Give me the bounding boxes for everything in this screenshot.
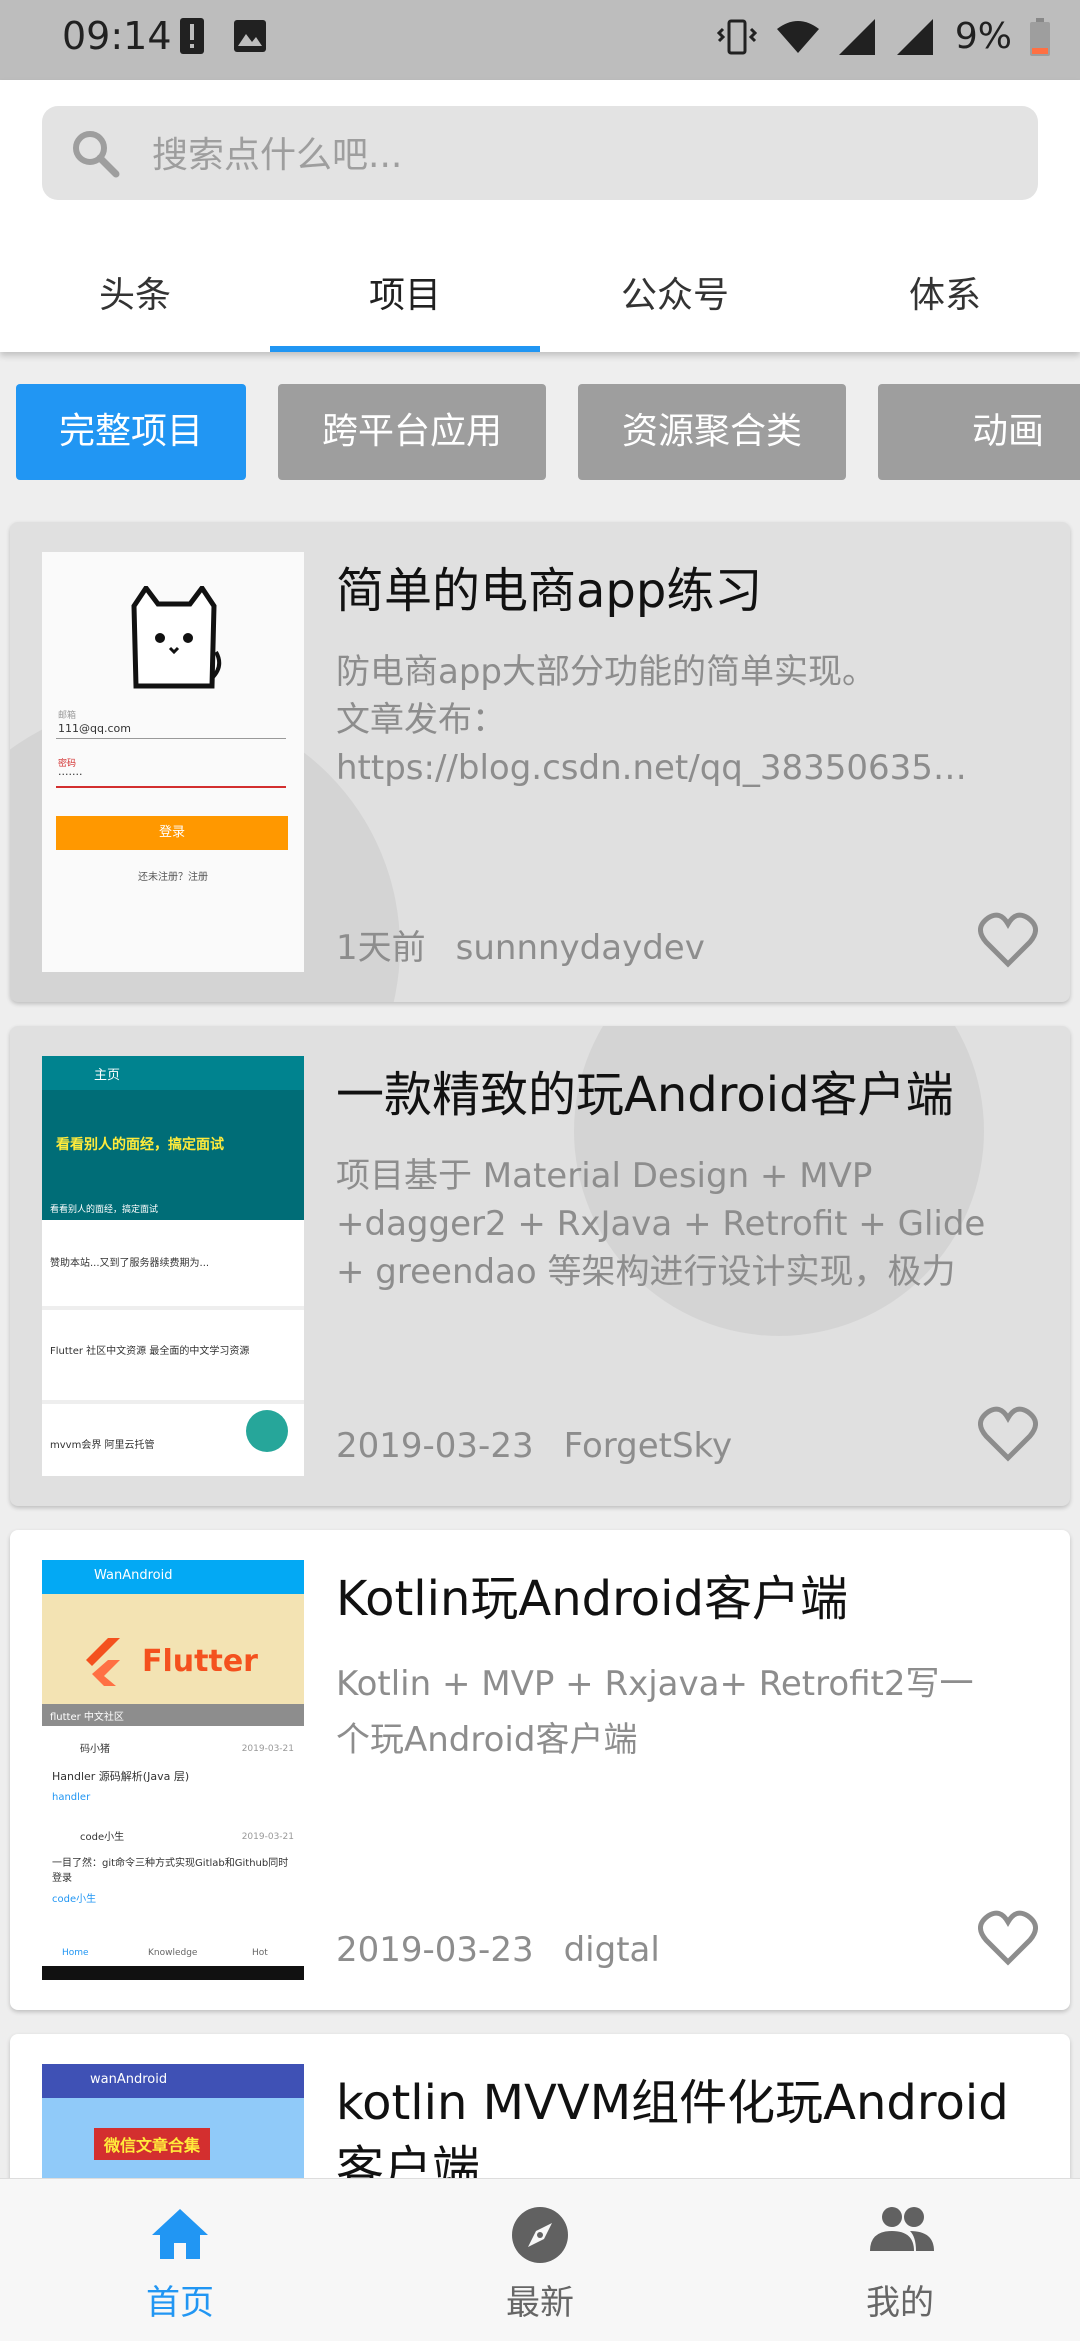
app-header: 搜索点什么吧... 头条 项目 公众号 体系 [0, 80, 1080, 352]
battery-percent: 9% [954, 16, 1012, 57]
battery-icon [1030, 17, 1050, 56]
project-thumbnail: 主页 看看别人的面经，搞定面试 看看别人的面经，搞定面试 赞助本站...又到了服… [42, 1056, 304, 1476]
search-placeholder: 搜索点什么吧... [152, 135, 403, 176]
search-bar[interactable]: 搜索点什么吧... [42, 106, 1038, 200]
signal-icon [896, 18, 933, 55]
tab-system[interactable]: 体系 [810, 230, 1080, 352]
project-title: Kotlin玩Android客户端 [336, 1571, 848, 1627]
project-description: 项目基于 Material Design + MVP +dagger2 + Rx… [336, 1156, 986, 1292]
project-meta: 2019-03-23 ForgetSky [336, 1426, 732, 1466]
nav-home[interactable]: 首页 [0, 2179, 360, 2341]
nav-latest[interactable]: 最新 [360, 2179, 720, 2341]
chip-complete-projects[interactable]: 完整项目 [16, 384, 246, 480]
project-card[interactable]: 主页 看看别人的面经，搞定面试 看看别人的面经，搞定面试 赞助本站...又到了服… [10, 1026, 1070, 1506]
project-description: 防电商app大部分功能的简单实现。 文章发布： https://blog.csd… [336, 652, 967, 788]
image-icon [234, 20, 266, 52]
flutter-logo [86, 1638, 120, 1686]
alert-icon [180, 18, 204, 54]
project-meta: 2019-03-23 digtal [336, 1930, 660, 1970]
project-card[interactable]: WanAndroid Flutter flutter 中文社区 码小猪 2019… [10, 1530, 1070, 2010]
project-time: 2019-03-23 [336, 1930, 534, 1970]
tab-official-accounts[interactable]: 公众号 [540, 230, 810, 352]
favorite-heart-icon[interactable] [978, 912, 1038, 968]
project-title: 简单的电商app练习 [336, 563, 763, 619]
cat-logo [131, 586, 222, 689]
project-meta: 1天前 sunnnydaydev [336, 920, 705, 969]
vibrate-icon [716, 19, 757, 54]
project-time: 1天前 [336, 928, 426, 968]
project-time: 2019-03-23 [336, 1426, 534, 1466]
project-thumbnail: WanAndroid Flutter flutter 中文社区 码小猪 2019… [42, 1560, 304, 1980]
project-author: sunnnydaydev [455, 928, 705, 968]
bottom-navigation: 首页 最新 我的 [0, 2178, 1080, 2341]
status-time: 09:14 [62, 14, 172, 58]
project-card[interactable]: 邮箱 111@qq.com 密码 ······· 登录 还未注册？注册 简单的电… [10, 522, 1070, 1002]
project-author: ForgetSky [563, 1426, 733, 1466]
project-description: Kotlin + MVP + Rxjava+ Retrofit2写一个玩Andr… [336, 1664, 974, 1760]
favorite-heart-icon[interactable] [978, 1910, 1038, 1966]
project-title: 一款精致的玩Android客户端 [336, 1067, 954, 1123]
chip-cross-platform[interactable]: 跨平台应用 [278, 384, 546, 480]
project-type-chips: 完整项目 跨平台应用 资源聚合类 动画 [0, 384, 1080, 480]
project-thumbnail: 邮箱 111@qq.com 密码 ······· 登录 还未注册？注册 [42, 552, 304, 972]
favorite-heart-icon[interactable] [978, 1406, 1038, 1462]
tab-headlines[interactable]: 头条 [0, 230, 270, 352]
project-author: digtal [563, 1930, 660, 1970]
category-tabs: 头条 项目 公众号 体系 [0, 230, 1080, 352]
status-bar: 09:14 9% [0, 0, 1080, 80]
nav-mine[interactable]: 我的 [720, 2179, 1080, 2341]
chip-resource-aggregation[interactable]: 资源聚合类 [578, 384, 846, 480]
search-icon [73, 131, 120, 178]
signal-icon [838, 18, 875, 55]
compass-icon [512, 2207, 568, 2263]
people-icon [870, 2207, 934, 2251]
home-icon [152, 2209, 208, 2259]
fab-mock [246, 1410, 288, 1452]
wifi-icon [776, 20, 819, 53]
chip-animation[interactable]: 动画 [878, 384, 1080, 480]
login-button-mock: 登录 [56, 816, 288, 850]
tab-projects[interactable]: 项目 [270, 230, 540, 352]
